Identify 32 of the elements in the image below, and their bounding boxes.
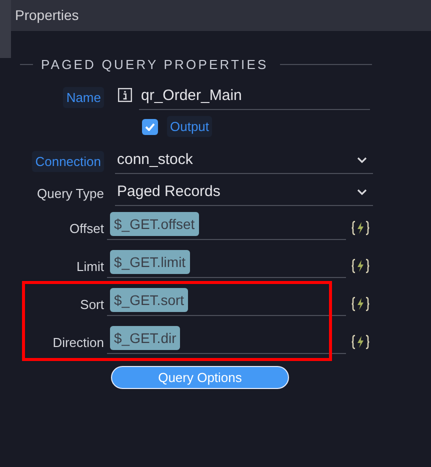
name-field[interactable]: qr_Order_Main [139,84,370,110]
binding-field[interactable]: $_GET.offset [107,216,346,240]
dynamic-data-icon[interactable] [351,334,370,350]
binding-tag: $_GET.limit [110,250,190,274]
select-field[interactable]: conn_stock [115,148,373,174]
binding-tag: $_GET.dir [110,326,180,350]
field-label: Offset [70,220,104,238]
checkmark-icon [145,122,155,130]
checkbox[interactable] [142,118,158,134]
binding-tag: $_GET.sort [110,288,188,312]
field-label: Sort [80,296,104,314]
dynamic-data-icon[interactable] [351,258,370,274]
field-label: Direction [52,334,104,352]
field-label: Limit [76,258,104,276]
chevron-down-icon [357,188,367,194]
binding-field[interactable]: $_GET.sort [107,292,346,316]
binding-field[interactable]: $_GET.dir [107,330,346,354]
dynamic-data-icon[interactable] [351,296,370,312]
query-options-button[interactable]: Query Options [111,366,289,389]
dynamic-data-icon[interactable] [351,220,370,236]
binding-tag: $_GET.offset [110,212,199,236]
field-label: Name [63,86,104,108]
checkbox-label: Output [167,116,212,137]
select-field[interactable]: Paged Records [115,180,373,206]
info-icon[interactable] [118,88,132,102]
binding-field[interactable]: $_GET.limit [107,254,346,278]
panel-edge [0,31,11,58]
field-label: Connection [32,150,104,172]
section-title: PAGED QUERY PROPERTIES [41,57,268,72]
chevron-down-icon [357,156,367,162]
field-label: Query Type [37,184,104,202]
panel-title: Properties [14,6,79,25]
